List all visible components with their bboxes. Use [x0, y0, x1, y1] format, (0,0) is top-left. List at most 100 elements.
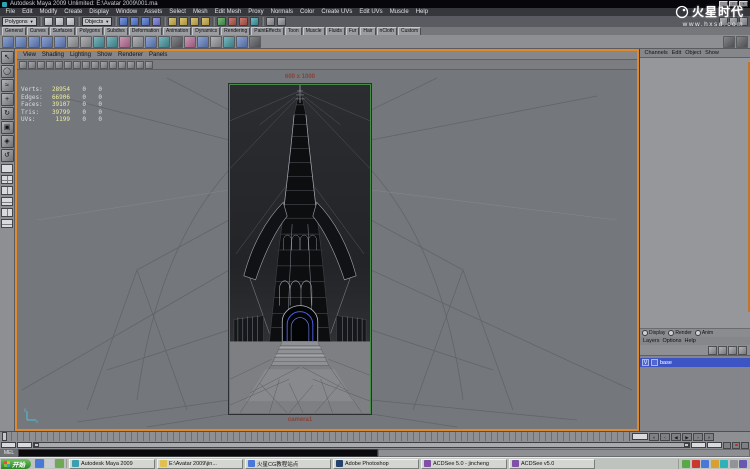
- layer-mode-tab[interactable]: Render: [668, 330, 691, 336]
- shelf-icon[interactable]: [184, 36, 196, 48]
- animation-preferences-icon[interactable]: [741, 442, 749, 449]
- shelf-icon[interactable]: [158, 36, 170, 48]
- channel-box-menu-item[interactable]: Show: [704, 50, 721, 56]
- shelf-icon[interactable]: [236, 36, 248, 48]
- shelf-icon[interactable]: [223, 36, 235, 48]
- layer-list[interactable]: V base: [640, 356, 750, 431]
- tray-icon[interactable]: [720, 460, 728, 468]
- animation-start-field[interactable]: [1, 442, 16, 448]
- taskbar-task-button[interactable]: Autodesk Maya 2009: [69, 459, 155, 469]
- shelf-icon[interactable]: [132, 36, 144, 48]
- viewport-canvas[interactable]: Verts: 28954 0 0 Edges: 66906 0 0 Faces:…: [17, 70, 637, 429]
- shelf-tab[interactable]: nCloth: [377, 27, 397, 35]
- tray-icon[interactable]: [692, 460, 700, 468]
- shelf-icon[interactable]: [93, 36, 105, 48]
- menu-item[interactable]: Edit Mesh: [211, 8, 245, 16]
- current-time-field[interactable]: [632, 433, 648, 440]
- animation-end-field[interactable]: [707, 442, 722, 448]
- shelf-icon[interactable]: [28, 36, 40, 48]
- shelf-tab[interactable]: Fluids: [326, 27, 345, 35]
- image-plane-icon[interactable]: [46, 61, 54, 69]
- play-backwards-button[interactable]: ◀: [671, 433, 681, 441]
- layout-persp-graph-button[interactable]: [1, 219, 13, 228]
- bookmarks-icon[interactable]: [37, 61, 45, 69]
- layout-persp-outliner-button[interactable]: [1, 208, 13, 217]
- camera-attributes-icon[interactable]: [28, 61, 36, 69]
- taskbar-task-button[interactable]: ACDSee v5.0: [509, 459, 595, 469]
- shelf-tab[interactable]: Deformation: [129, 27, 162, 35]
- shelf-icon[interactable]: [2, 36, 14, 48]
- layout-two-pane-side-button[interactable]: [1, 186, 13, 195]
- layer-display-type-toggle[interactable]: [651, 359, 658, 366]
- shelf-tab[interactable]: Curves: [27, 27, 49, 35]
- select-by-component-icon[interactable]: [141, 17, 150, 26]
- channel-box-body[interactable]: [640, 58, 750, 328]
- new-scene-icon[interactable]: [44, 17, 53, 26]
- current-time-marker[interactable]: [2, 432, 7, 441]
- shelf-icon[interactable]: [106, 36, 118, 48]
- shelf-icon[interactable]: [145, 36, 157, 48]
- tray-icon[interactable]: [711, 460, 719, 468]
- snap-to-grid-icon[interactable]: [168, 17, 177, 26]
- shelf-tab[interactable]: Rendering: [221, 27, 250, 35]
- resolution-gate-icon[interactable]: [73, 61, 81, 69]
- menu-item[interactable]: Display: [86, 8, 113, 16]
- layer-menu-item[interactable]: Options: [663, 338, 682, 344]
- layout-four-pane-button[interactable]: [1, 175, 13, 184]
- shelf-icon[interactable]: [41, 36, 53, 48]
- menu-item[interactable]: Select: [166, 8, 190, 16]
- wireframe-mode-icon[interactable]: [118, 61, 126, 69]
- shelf-editor-icon[interactable]: [723, 36, 735, 48]
- panel-menu-item[interactable]: Lighting: [67, 52, 94, 58]
- shelf-icon[interactable]: [249, 36, 261, 48]
- menu-item[interactable]: Create: [61, 8, 86, 16]
- render-settings-icon[interactable]: [250, 17, 259, 26]
- layout-two-pane-stacked-button[interactable]: [1, 197, 13, 206]
- menu-item[interactable]: Assets: [141, 8, 166, 16]
- tray-icon[interactable]: [682, 460, 690, 468]
- layer-mode-tab[interactable]: Anim: [695, 330, 713, 336]
- shelf-tab[interactable]: PaintEffects: [251, 27, 284, 35]
- menu-item[interactable]: Normals: [267, 8, 296, 16]
- playback-start-field[interactable]: [17, 442, 32, 448]
- menu-item[interactable]: Modify: [36, 8, 61, 16]
- shelf-menu-icon[interactable]: [736, 36, 748, 48]
- taskbar-task-button[interactable]: E:\Avatar 2009\jin...: [157, 459, 243, 469]
- gate-mask-icon[interactable]: [82, 61, 90, 69]
- shelf-tab[interactable]: Muscle: [303, 27, 325, 35]
- channel-box-menu-item[interactable]: Object: [684, 50, 703, 56]
- quick-input-icon[interactable]: [266, 17, 275, 26]
- channel-box-menu-item[interactable]: Edit: [670, 50, 682, 56]
- shelf-icon[interactable]: [197, 36, 209, 48]
- shelf-tab[interactable]: Dynamics: [192, 27, 220, 35]
- select-by-object-icon[interactable]: [130, 17, 139, 26]
- shelf-icon[interactable]: [119, 36, 131, 48]
- ipr-render-icon[interactable]: [239, 17, 248, 26]
- quick-launch-browser-icon[interactable]: [35, 459, 44, 468]
- range-slider-bar[interactable]: [33, 442, 690, 448]
- open-scene-icon[interactable]: [55, 17, 64, 26]
- panel-menu-item[interactable]: Renderer: [115, 52, 146, 58]
- menu-item[interactable]: Muscle: [386, 8, 412, 16]
- quick-launch-desktop-icon[interactable]: [45, 459, 54, 468]
- safe-action-icon[interactable]: [100, 61, 108, 69]
- menu-item[interactable]: File: [2, 8, 19, 16]
- shelf-tab[interactable]: Custom: [398, 27, 421, 35]
- menu-item[interactable]: Mesh: [189, 8, 211, 16]
- shelf-tab[interactable]: Fur: [346, 27, 360, 35]
- time-slider-track[interactable]: [0, 432, 630, 441]
- panel-menu-item[interactable]: Panels: [146, 52, 170, 58]
- shelf-icon[interactable]: [210, 36, 222, 48]
- snap-view-icon[interactable]: [19, 61, 27, 69]
- step-forward-button[interactable]: ›: [693, 433, 703, 441]
- coordinate-input-icon[interactable]: [277, 17, 286, 26]
- safe-title-icon[interactable]: [109, 61, 117, 69]
- step-back-button[interactable]: ‹: [660, 433, 670, 441]
- menu-item[interactable]: Help: [412, 8, 431, 16]
- layer-mode-tab[interactable]: Display: [642, 330, 665, 336]
- lasso-tool-icon[interactable]: ◯: [1, 65, 14, 78]
- command-line-mode-button[interactable]: MEL: [0, 449, 18, 457]
- grid-toggle-icon[interactable]: [55, 61, 63, 69]
- menu-set-dropdown[interactable]: Polygons ▼: [2, 17, 37, 26]
- layout-single-pane-button[interactable]: [1, 164, 13, 173]
